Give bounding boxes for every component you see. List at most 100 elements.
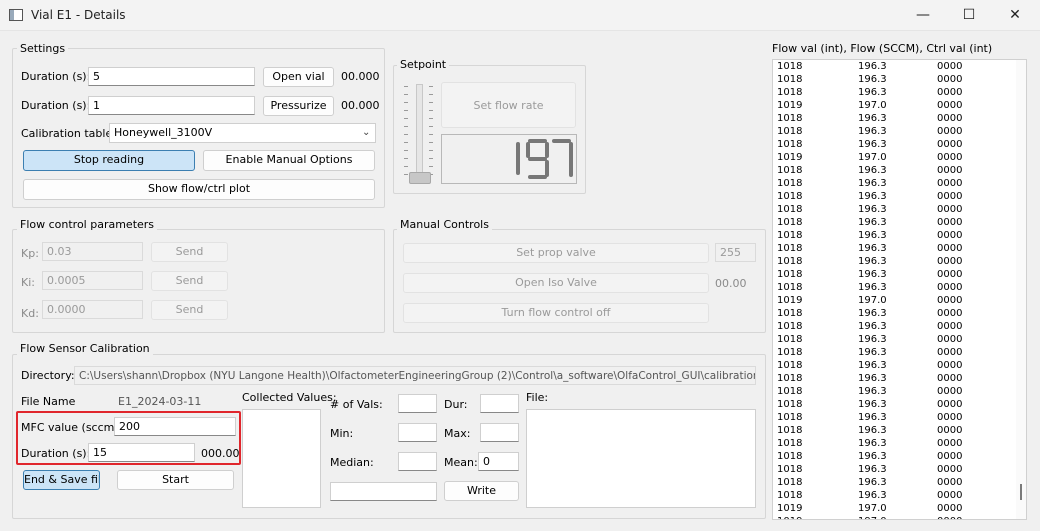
stream-scrollbar[interactable]: [1016, 60, 1026, 519]
stream-ctrl-int: 0000: [937, 321, 963, 332]
stream-flow-int: 1018: [777, 477, 803, 488]
close-button[interactable]: ✕: [992, 0, 1038, 31]
dur-input[interactable]: [480, 394, 519, 413]
pressurize-timer: 00.000: [341, 99, 380, 112]
stream-ctrl-int: 0000: [937, 503, 963, 514]
calibration-table-value: Honeywell_3100V: [114, 126, 213, 139]
stream-ctrl-int: 0000: [937, 243, 963, 254]
set-flow-rate-button[interactable]: Set flow rate: [441, 82, 576, 128]
stream-flow-int: 1018: [777, 191, 803, 202]
stream-ctrl-int: 0000: [937, 74, 963, 85]
setpoint-slider[interactable]: [403, 82, 435, 186]
start-button[interactable]: Start: [117, 470, 234, 490]
stream-row: 1018 196.3 0000: [773, 86, 1013, 99]
stream-flow-sccm: 196.3: [858, 87, 887, 98]
stream-flow-int: 1018: [777, 386, 803, 397]
stream-ctrl-int: 0000: [937, 191, 963, 202]
stream-flow-int: 1018: [777, 113, 803, 124]
open-vial-button[interactable]: Open vial: [263, 67, 334, 87]
stream-ctrl-int: 0000: [937, 61, 963, 72]
duration-pressurize-input[interactable]: 1: [88, 96, 255, 115]
stream-row: 1018 196.3 0000: [773, 450, 1013, 463]
calibration-duration-label: Duration (s):: [21, 447, 91, 460]
chevron-down-icon[interactable]: ⌄: [362, 127, 370, 138]
kp-input[interactable]: 0.03: [42, 242, 143, 261]
stream-list[interactable]: 1018 196.3 0000 1018 196.3 0000 1018 196.3 0000 1…: [772, 59, 1027, 520]
stream-ctrl-int: 0000: [937, 204, 963, 215]
stream-flow-sccm: 197.0: [858, 295, 887, 306]
stream-ctrl-int: 0000: [937, 113, 963, 124]
stream-row: 1018 196.3 0000: [773, 268, 1013, 281]
show-plot-button[interactable]: Show flow/ctrl plot: [23, 179, 375, 200]
stream-row: 1018 196.3 0000: [773, 346, 1013, 359]
stream-ctrl-int: 0000: [937, 282, 963, 293]
stream-ctrl-int: 0000: [937, 178, 963, 189]
file-text-area[interactable]: [526, 409, 756, 508]
enable-manual-options-button[interactable]: Enable Manual Options: [203, 150, 375, 171]
title-bar: [0, 0, 1040, 31]
stream-ctrl-int: 0000: [937, 386, 963, 397]
duration-open-input[interactable]: 5: [88, 67, 255, 86]
stream-flow-int: 1018: [777, 490, 803, 501]
flow-lcd-display: 197: [441, 134, 577, 184]
stream-flow-int: 1018: [777, 373, 803, 384]
directory-input[interactable]: C:\Users\shann\Dropbox (NYU Langone Heal…: [74, 366, 756, 385]
mfc-value-input[interactable]: 200: [114, 417, 236, 436]
slider-handle[interactable]: [409, 172, 431, 184]
num-vals-input[interactable]: [398, 394, 437, 413]
calibration-duration-input[interactable]: 15: [88, 443, 195, 462]
stream-row: 1018 196.3 0000: [773, 320, 1013, 333]
file-name-label: File Name: [21, 395, 76, 408]
calibration-table-select[interactable]: Honeywell_3100V: [109, 123, 376, 143]
stream-flow-int: 1018: [777, 425, 803, 436]
stream-flow-int: 1018: [777, 464, 803, 475]
stream-scrollbar-thumb[interactable]: [1020, 484, 1022, 500]
median-input[interactable]: [398, 452, 437, 471]
kd-input[interactable]: 0.0000: [42, 300, 143, 319]
kp-send-button[interactable]: Send: [151, 242, 228, 262]
collected-values-list[interactable]: [242, 409, 321, 508]
stream-ctrl-int: 0000: [937, 373, 963, 384]
maximize-button[interactable]: ☐: [946, 0, 992, 31]
stream-flow-int: 1018: [777, 334, 803, 345]
max-input[interactable]: [480, 423, 519, 442]
stream-row: 1018 196.3 0000: [773, 385, 1013, 398]
mean-label: Mean:: [444, 456, 478, 469]
ki-input[interactable]: 0.0005: [42, 271, 143, 290]
stream-row: 1019 197.0 0000: [773, 294, 1013, 307]
stream-row: 1019 197.0 0000: [773, 99, 1013, 112]
calibration-table-label: Calibration table:: [21, 127, 116, 140]
end-save-file-button[interactable]: End & Save file: [23, 470, 100, 490]
stream-flow-int: 1018: [777, 61, 803, 72]
stream-flow-sccm: 197.0: [858, 100, 887, 111]
write-filename-input[interactable]: [330, 482, 437, 501]
minimize-button[interactable]: —: [900, 0, 946, 31]
kd-send-button[interactable]: Send: [151, 300, 228, 320]
stream-flow-int: 1018: [777, 412, 803, 423]
setpoint-group-title: Setpoint: [397, 58, 450, 71]
stream-row: 1018 196.3 0000: [773, 372, 1013, 385]
ki-send-button[interactable]: Send: [151, 271, 228, 291]
stream-row: 1018 196.3 0000: [773, 424, 1013, 437]
stream-flow-sccm: 196.3: [858, 256, 887, 267]
open-iso-valve-button[interactable]: Open Iso Valve: [403, 273, 709, 293]
stream-flow-sccm: 196.3: [858, 139, 887, 150]
stream-ctrl-int: 0000: [937, 477, 963, 488]
stream-ctrl-int: 0000: [937, 269, 963, 280]
ki-label: Ki:: [21, 276, 35, 289]
mean-input[interactable]: 0: [478, 452, 519, 471]
stream-flow-sccm: 196.3: [858, 282, 887, 293]
min-input[interactable]: [398, 423, 437, 442]
stream-flow-sccm: 196.3: [858, 477, 887, 488]
stream-flow-int: 1019: [777, 295, 803, 306]
write-button[interactable]: Write: [444, 481, 519, 501]
stream-flow-int: 1019: [777, 503, 803, 514]
set-prop-valve-button[interactable]: Set prop valve: [403, 243, 709, 263]
stop-reading-button[interactable]: Stop reading: [23, 150, 195, 171]
stream-flow-sccm: 196.3: [858, 373, 887, 384]
stream-flow-int: 1018: [777, 74, 803, 85]
prop-valve-input[interactable]: 255: [715, 243, 756, 262]
turn-flow-control-off-button[interactable]: Turn flow control off: [403, 303, 709, 323]
pressurize-button[interactable]: Pressurize: [263, 96, 334, 116]
stream-ctrl-int: 0000: [937, 217, 963, 228]
